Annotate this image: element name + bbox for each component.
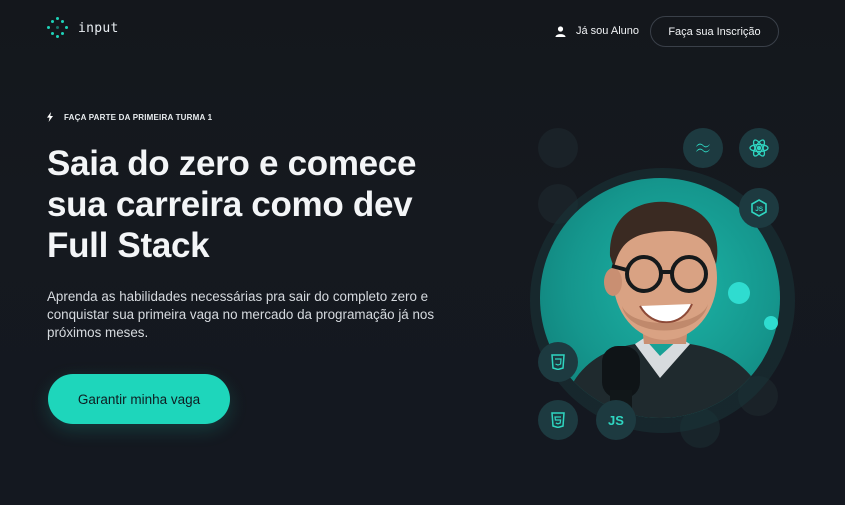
accent-dot (764, 316, 778, 330)
hero-title: Saia do zero e comece sua carreira como … (47, 143, 467, 266)
css3-icon (538, 342, 578, 382)
hero-description-line: Aprenda as habilidades necessárias pra s… (47, 289, 429, 304)
javascript-label: JS (608, 412, 624, 428)
eyebrow-text: FAÇA PARTE DA PRIMEIRA TURMA 1 (64, 112, 213, 122)
student-login-label: Já sou Aluno (576, 25, 639, 37)
hero-description: Aprenda as habilidades necessárias pra s… (47, 288, 462, 342)
student-login-link[interactable]: Já sou Aluno (555, 25, 639, 37)
hero-description-line: conquistar sua primeira vaga no mercado … (47, 307, 435, 322)
svg-text:JS: JS (755, 206, 764, 213)
user-icon (555, 25, 566, 37)
logo-dots-icon (47, 17, 69, 39)
hero-visual: JS JS (520, 110, 845, 455)
hero-description-line: próximos meses. (47, 325, 149, 340)
accent-dot (728, 282, 750, 304)
cta-button[interactable]: Garantir minha vaga (48, 374, 230, 424)
tailwind-icon (683, 128, 723, 168)
hero-title-line: sua carreira como dev (47, 185, 413, 224)
html5-icon (538, 400, 578, 440)
logo[interactable]: input (47, 17, 119, 39)
ghost-circle (538, 128, 578, 168)
lightning-icon (47, 112, 53, 122)
eyebrow: FAÇA PARTE DA PRIMEIRA TURMA 1 (47, 112, 212, 122)
javascript-icon: JS (596, 400, 636, 440)
hero-title-line: Full Stack (47, 226, 210, 265)
logo-text: input (78, 20, 119, 36)
signup-button[interactable]: Faça sua Inscrição (650, 16, 779, 47)
nodejs-icon: JS (739, 188, 779, 228)
react-icon (739, 128, 779, 168)
hero-title-line: Saia do zero e comece (47, 144, 417, 183)
